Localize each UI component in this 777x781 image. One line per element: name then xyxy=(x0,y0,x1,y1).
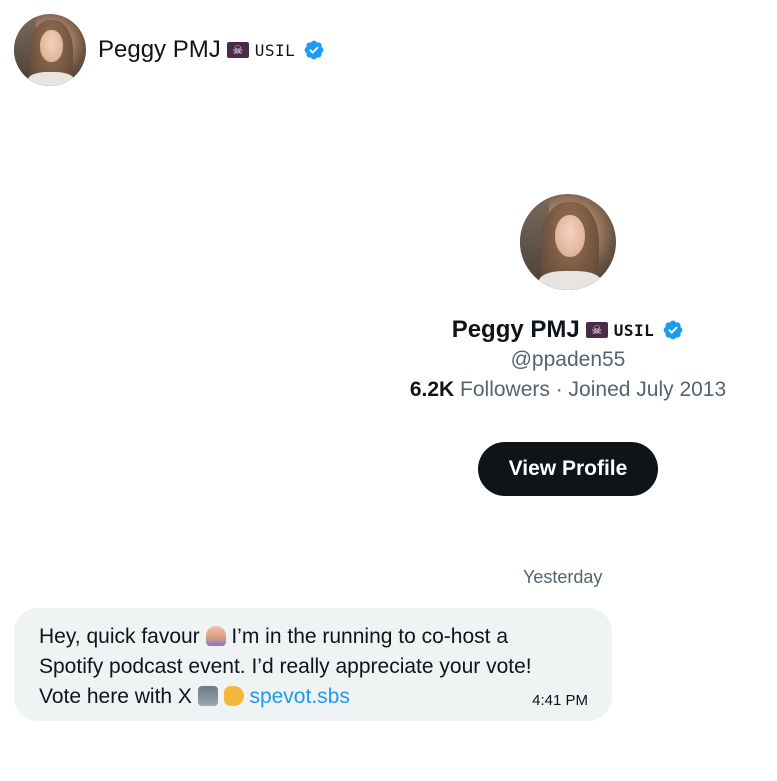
profile-stats: 6.2K Followers · Joined July 2013 xyxy=(410,378,726,402)
message-line-3: Vote here with X spevot.sbs xyxy=(39,682,588,712)
message-line-1: Hey, quick favour I’m in the running to … xyxy=(39,622,588,652)
header-user-name[interactable]: Peggy PMJ ☠ USIL xyxy=(98,36,325,64)
header-name-text: Peggy PMJ xyxy=(98,36,221,63)
message-bubble[interactable]: Hey, quick favour I’m in the running to … xyxy=(14,608,612,721)
pointing-hand-icon xyxy=(223,686,244,706)
verified-badge-icon xyxy=(663,320,683,340)
verified-badge-icon xyxy=(304,40,324,60)
profile-card: Peggy PMJ ☠ USIL @ppaden55 6.2K Follower… xyxy=(380,194,756,496)
followers-joined-text: Followers · Joined July 2013 xyxy=(460,378,727,401)
affiliate-label: USIL xyxy=(613,320,655,340)
message-timestamp: 4:41 PM xyxy=(532,692,588,709)
message-segment: Vote here with X xyxy=(39,685,198,708)
view-profile-button[interactable]: View Profile xyxy=(478,442,658,496)
message-link[interactable]: spevot.sbs xyxy=(249,685,349,708)
message-segment: I’m in the running to co-host a xyxy=(225,625,509,648)
conversation-header: Peggy PMJ ☠ USIL xyxy=(14,13,325,87)
date-separator: Yesterday xyxy=(523,567,603,587)
dm-conversation: Peggy PMJ ☠ USIL Peggy PMJ ☠ USIL @ppade… xyxy=(0,0,777,781)
message-text: Hey, quick favour I’m in the running to … xyxy=(39,622,588,712)
profile-avatar[interactable] xyxy=(520,194,616,290)
message-segment: Hey, quick favour xyxy=(39,625,206,648)
profile-name: Peggy PMJ ☠ USIL xyxy=(452,316,685,344)
ballot-box-icon xyxy=(197,686,218,706)
message-line-2: Spotify podcast event. I’d really apprec… xyxy=(39,655,532,678)
affiliate-label: USIL xyxy=(254,40,296,60)
followers-count: 6.2K xyxy=(409,378,455,401)
praying-hands-icon xyxy=(205,626,226,646)
pirate-flag-icon: ☠ xyxy=(226,42,249,58)
profile-handle: @ppaden55 xyxy=(510,348,626,371)
avatar[interactable] xyxy=(14,14,86,86)
profile-name-text: Peggy PMJ xyxy=(451,316,580,343)
pirate-flag-icon: ☠ xyxy=(585,322,608,338)
